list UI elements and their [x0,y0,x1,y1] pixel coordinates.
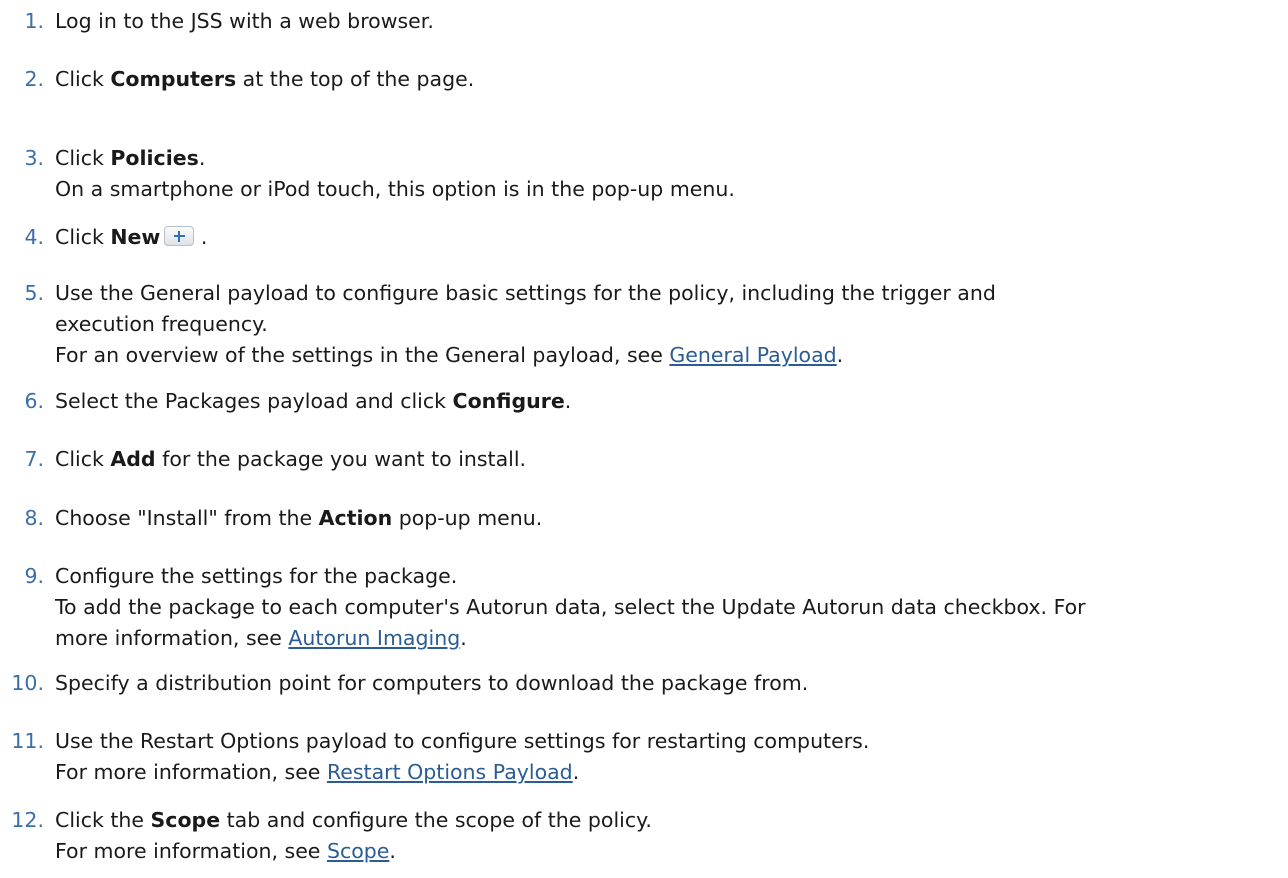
step-text: Use the General payload to configure bas… [55,278,1288,371]
step-text: Use the Restart Options payload to confi… [55,726,1288,788]
ui-term: Policies [110,146,199,170]
text-run: tab and configure the scope of the polic… [220,808,652,832]
text-run: For more information, see [55,839,327,863]
step-number: 5. [24,281,44,305]
step-number: 6. [24,389,44,413]
text-run: To add the package to each computer's Au… [55,595,1086,619]
step-text: Select the Packages payload and click Co… [55,386,1288,417]
ui-term: Computers [110,67,237,91]
step-number: 3. [24,146,44,170]
step-number: 8. [24,506,44,530]
text-run: On a smartphone or iPod touch, this opti… [55,177,735,201]
step-text: Click Add for the package you want to in… [55,444,1288,475]
step-text: Click Computers at the top of the page. [55,64,1288,95]
step-number: 9. [24,564,44,588]
text-run: Click [55,146,111,170]
text-run: For more information, see [55,760,327,784]
step-number: 4. [24,225,44,249]
text-run: . [572,760,580,784]
text-run: . [198,146,206,170]
step-text: Click Policies. On a smartphone or iPod t… [55,143,1288,205]
reference-link[interactable]: Autorun Imaging [288,626,460,650]
text-run: at the top of the page. [236,67,475,91]
step-number: 1. [24,9,44,33]
ui-term: Action [318,506,393,530]
text-run: . [389,839,396,863]
text-run: Click [55,447,111,471]
text-run: . [564,389,572,413]
step-text: Choose "Install" from the Action pop-up … [55,503,1288,534]
step-text: Specify a distribution point for compute… [55,668,1288,699]
step-text: Log in to the JSS with a web browser. [55,6,1288,37]
reference-link[interactable]: General Payload [669,343,836,367]
procedure-steps: 1. Log in to the JSS with a web browser. 2… [0,0,1288,878]
text-run: Click [55,225,111,249]
step-number: 10. [11,671,44,695]
step-text: Configure the settings for the package. T… [55,561,1288,654]
text-run: Specify a distribution point for compute… [55,671,809,695]
text-run: Select the Packages payload and click [55,389,453,413]
text-run: . [836,343,844,367]
ui-term: Scope [150,808,221,832]
step-number: 2. [24,67,44,91]
text-run: Click [55,67,111,91]
text-run: pop-up menu. [392,506,543,530]
text-run: Use the Restart Options payload to confi… [55,729,870,753]
text-run: Click the [55,808,151,832]
text-run: Choose "Install" from the [55,506,319,530]
reference-link[interactable]: Scope [327,839,389,863]
step-number: 12. [11,808,44,832]
text-run: more information, see [55,626,289,650]
ui-term: Add [110,447,156,471]
step-number: 11. [11,729,44,753]
text-run: Configure the settings for the package. [55,564,458,588]
plus-icon [164,226,195,246]
step-number: 7. [24,447,44,471]
step-text: Click the Scope tab and configure the sc… [55,805,1288,867]
text-run: . [460,626,467,650]
text-run: . [194,225,208,249]
ui-term: New [110,225,161,249]
reference-link[interactable]: Restart Options Payload [327,760,573,784]
text-run: Log in to the JSS with a web browser. [55,9,434,33]
text-run: For an overview of the settings in the G… [55,343,670,367]
step-text: Click New . [55,222,1288,253]
text-run: execution frequency. [55,312,268,336]
text-run: for the package you want to install. [155,447,527,471]
text-run: Use the General payload to configure bas… [55,281,996,305]
ui-term: Configure [452,389,565,413]
